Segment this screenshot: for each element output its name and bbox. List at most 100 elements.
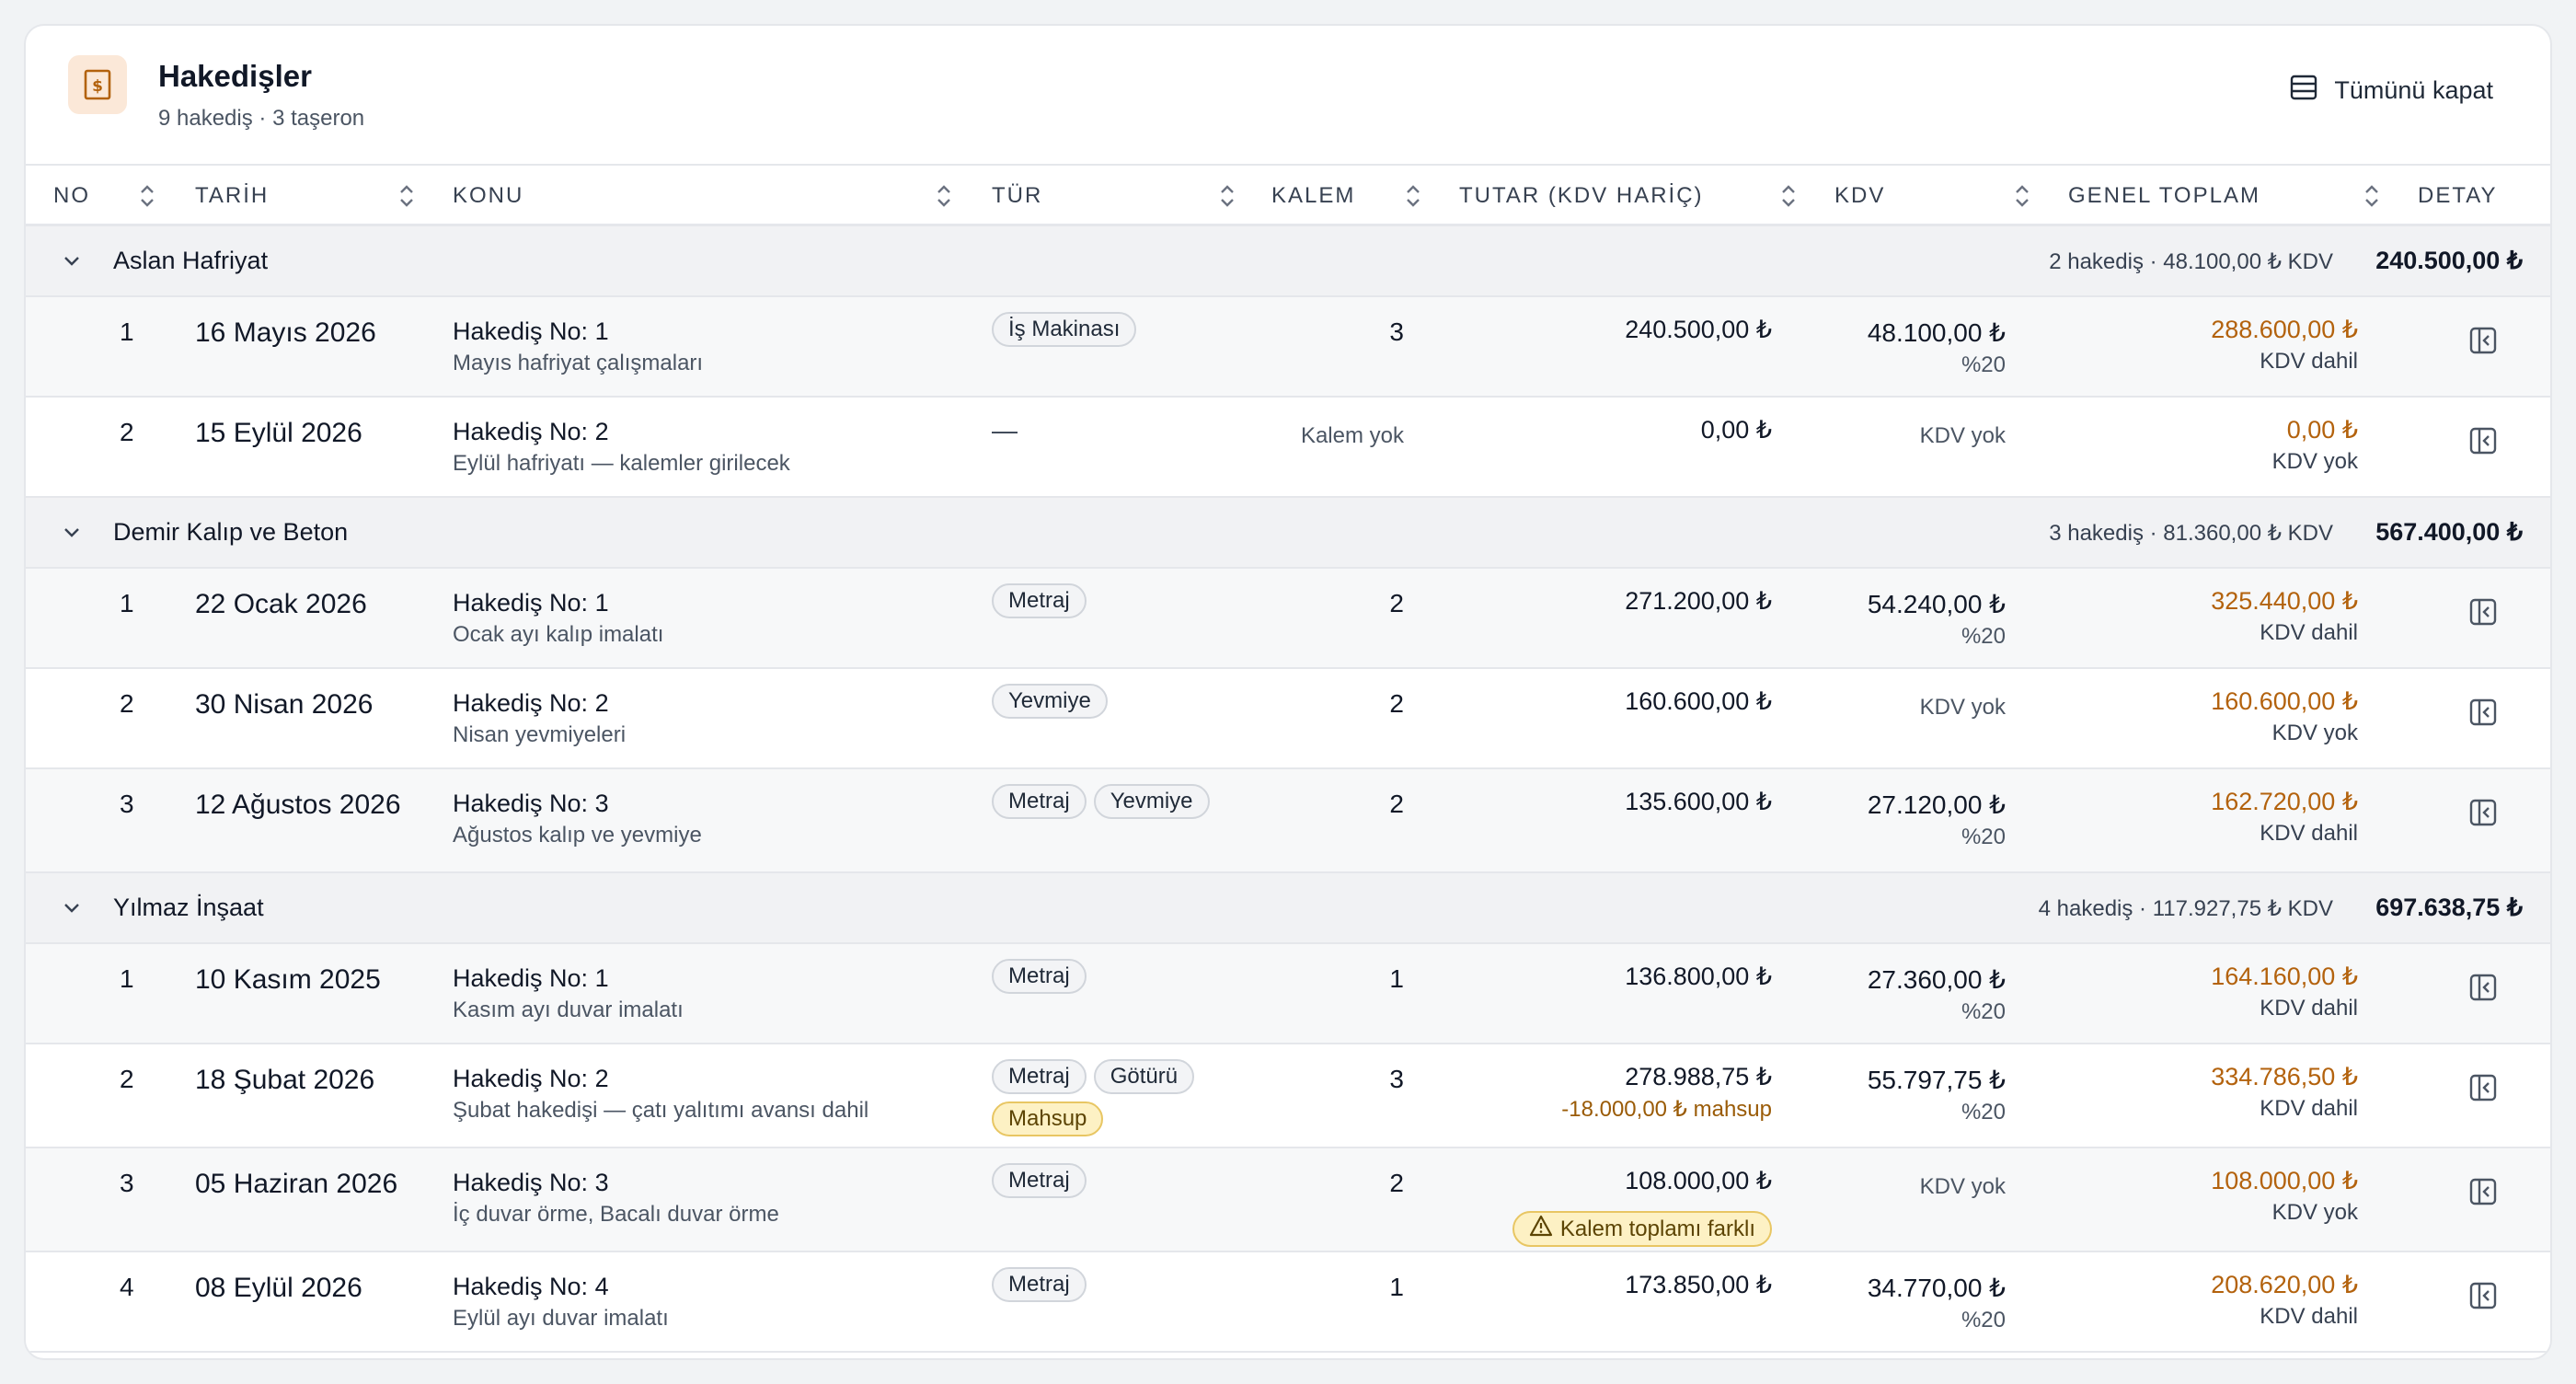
row-date: 05 Haziran 2026 (195, 1169, 398, 1199)
item-count: 3 (1389, 317, 1404, 346)
grand-total-note: KDV dahil (2260, 821, 2358, 846)
column-header[interactable]: KDV (1834, 166, 1885, 226)
collapse-all-label: Tümünü kapat (2334, 75, 2493, 104)
detail-panel-icon[interactable] (2467, 1072, 2499, 1103)
sort-icon[interactable] (1779, 180, 1798, 212)
column-header[interactable]: TÜR (992, 166, 1042, 226)
type-tags: Metraj (992, 583, 1268, 618)
item-count: Kalem yok (1300, 423, 1404, 448)
sort-icon[interactable] (2363, 180, 2381, 212)
type-badge: Metraj (992, 959, 1087, 994)
group-header[interactable]: Aslan Hafriyat 2 hakediş · 48.100,00 ₺ KD… (26, 226, 2550, 297)
row-title: Hakediş No: 4 (453, 1273, 609, 1300)
vat-rate: %20 (1961, 1100, 2006, 1124)
row-date: 16 Mayıs 2026 (195, 317, 376, 348)
detail-panel-icon[interactable] (2467, 1176, 2499, 1207)
chevron-down-icon[interactable] (61, 522, 83, 544)
detail-panel-icon[interactable] (2467, 425, 2499, 456)
detail-panel-icon[interactable] (2467, 325, 2499, 356)
row-date: 22 Ocak 2026 (195, 589, 367, 619)
item-count: 2 (1389, 689, 1404, 718)
type-badge: Metraj (992, 1163, 1087, 1198)
type-badge: Metraj (992, 1267, 1087, 1302)
row-number: 3 (120, 1169, 134, 1197)
vat-amount: KDV yok (1919, 695, 2006, 720)
grand-total: 164.160,00 ₺ (2211, 963, 2358, 990)
collapse-all-button[interactable]: Tümünü kapat (2290, 70, 2493, 110)
grand-total: 334.786,50 ₺ (2211, 1063, 2358, 1090)
sort-icon[interactable] (138, 180, 156, 212)
chevron-down-icon[interactable] (61, 897, 83, 919)
row-description: Ağustos kalıp ve yevmiye (453, 823, 702, 848)
table-row[interactable]: 2 18 Şubat 2026 Hakediş No: 2 Şubat hakediş… (26, 1044, 2550, 1148)
table-row[interactable]: 2 30 Nisan 2026 Hakediş No: 2 Nisan yevmiye… (26, 669, 2550, 769)
chevron-down-icon[interactable] (61, 250, 83, 272)
column-header[interactable]: GENEL TOPLAM (2068, 166, 2260, 226)
sort-icon[interactable] (1218, 180, 1236, 212)
table-row[interactable]: 1 16 Mayıs 2026 Hakediş No: 1 Mayıs hafriya… (26, 297, 2550, 398)
vat-amount: KDV yok (1919, 1174, 2006, 1199)
type-badge: İş Makinası (992, 312, 1137, 347)
sort-icon[interactable] (935, 180, 953, 212)
detail-panel-icon[interactable] (2467, 596, 2499, 628)
group-total: 240.500,00 ₺ (2375, 247, 2523, 274)
group-total: 697.638,75 ₺ (2375, 894, 2523, 921)
table-row[interactable]: 1 22 Ocak 2026 Hakediş No: 1 Ocak ayı kalıp… (26, 569, 2550, 669)
row-title: Hakediş No: 3 (453, 1169, 609, 1196)
type-tags: Yevmiye (992, 684, 1268, 719)
table-row[interactable]: 3 12 Ağustos 2026 Hakediş No: 3 Ağustos kal… (26, 769, 2550, 873)
amount-excl-vat: 136.800,00 ₺ (1625, 963, 1772, 990)
detail-panel-icon[interactable] (2467, 972, 2499, 1003)
vat-rate: %20 (1961, 624, 2006, 649)
row-number: 3 (120, 790, 134, 818)
sort-icon[interactable] (397, 180, 416, 212)
sort-icon[interactable] (2013, 180, 2031, 212)
type-badge: Metraj (992, 583, 1087, 618)
amount-excl-vat: 271.200,00 ₺ (1625, 587, 1772, 615)
vat-rate: %20 (1961, 352, 2006, 377)
group-header[interactable]: Yılmaz İnşaat 4 hakediş · 117.927,75 ₺ KD… (26, 873, 2550, 944)
page-subtitle: 9 hakediş · 3 taşeron (158, 106, 365, 131)
grand-total-note: KDV yok (2271, 449, 2358, 474)
column-header[interactable]: TARİH (195, 166, 269, 226)
group-header[interactable]: Demir Kalıp ve Beton 3 hakediş · 81.360,0… (26, 498, 2550, 569)
item-count: 2 (1389, 589, 1404, 617)
vat-amount: KDV yok (1919, 423, 2006, 448)
row-title: Hakediş No: 2 (453, 689, 609, 717)
vat-amount: 54.240,00 ₺ (1867, 590, 2006, 618)
group-name: Aslan Hafriyat (113, 247, 269, 274)
grand-total: 288.600,00 ₺ (2211, 316, 2358, 343)
amount-excl-vat: 173.850,00 ₺ (1625, 1271, 1772, 1298)
column-header[interactable]: TUTAR (KDV HARİÇ) (1459, 166, 1704, 226)
table-row[interactable]: 1 10 Kasım 2025 Hakediş No: 1 Kasım ayı duv… (26, 944, 2550, 1044)
vat-rate: %20 (1961, 999, 2006, 1024)
grand-total-note: KDV dahil (2260, 996, 2358, 1021)
table-row[interactable]: 4 08 Eylül 2026 Hakediş No: 4 Eylül ayı duv… (26, 1252, 2550, 1353)
detail-panel-icon[interactable] (2467, 797, 2499, 828)
table-row[interactable]: 2 15 Eylül 2026 Hakediş No: 2 Eylül hafriya… (26, 398, 2550, 498)
warning-badge: Kalem toplamı farklı (1512, 1211, 1772, 1247)
vat-amount: 48.100,00 ₺ (1867, 318, 2006, 347)
group-meta: 3 hakediş · 81.360,00 ₺ KDV (2049, 521, 2333, 546)
row-date: 08 Eylül 2026 (195, 1273, 362, 1303)
grand-total: 160.600,00 ₺ (2211, 687, 2358, 715)
amount-excl-vat: 278.988,75 ₺ (1625, 1063, 1772, 1090)
column-header[interactable]: NO (53, 166, 90, 226)
grand-total: 108.000,00 ₺ (2211, 1167, 2358, 1194)
mahsup-badge: Mahsup (992, 1101, 1104, 1136)
column-header[interactable]: KONU (453, 166, 523, 226)
type-badge: Yevmiye (1093, 784, 1210, 819)
row-description: Ocak ayı kalıp imalatı (453, 622, 664, 647)
row-date: 15 Eylül 2026 (195, 418, 362, 448)
no-type-dash: — (992, 416, 1018, 444)
row-number: 2 (120, 1065, 134, 1093)
mahsup-amount: -18.000,00 ₺ mahsup (1561, 1097, 1772, 1122)
table-row[interactable]: 3 05 Haziran 2026 Hakediş No: 3 İç duvar ör… (26, 1148, 2550, 1252)
sort-icon[interactable] (1404, 180, 1422, 212)
page-title: Hakedişler (158, 59, 312, 93)
detail-panel-icon[interactable] (2467, 697, 2499, 728)
detail-panel-icon[interactable] (2467, 1280, 2499, 1311)
column-header[interactable]: KALEM (1271, 166, 1355, 226)
row-number: 1 (120, 317, 134, 346)
warning-text: Kalem toplamı farklı (1559, 1216, 1755, 1241)
